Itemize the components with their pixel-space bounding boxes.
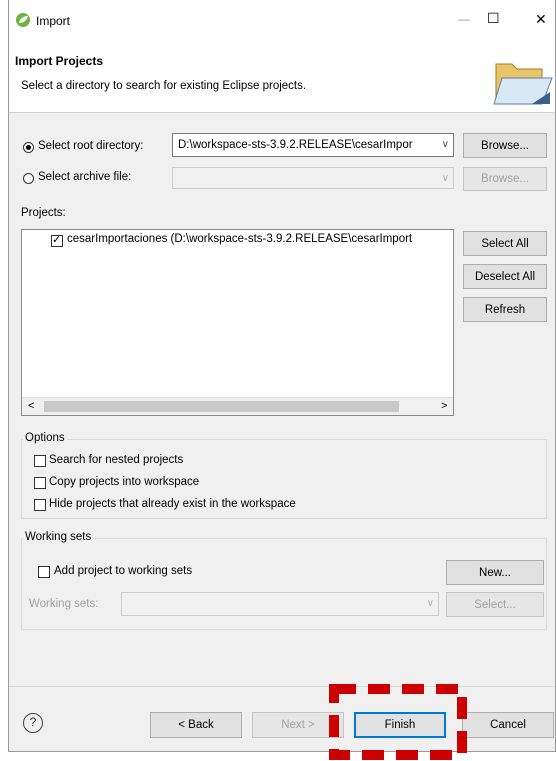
scroll-right-icon[interactable]: > <box>441 400 447 412</box>
checkmark-icon: ✓ <box>52 234 62 246</box>
browse-root-button[interactable]: Browse... <box>463 133 547 158</box>
chevron-down-icon: ∨ <box>441 173 449 184</box>
browse-archive-button[interactable]: Browse... <box>463 167 547 191</box>
archive-file-combo[interactable]: ∨ <box>172 167 454 189</box>
folder-icon <box>493 63 553 105</box>
archive-file-radio[interactable] <box>23 173 34 184</box>
cancel-button[interactable]: Cancel <box>462 712 554 738</box>
help-icon[interactable]: ? <box>23 713 43 733</box>
hide-existing-checkbox[interactable] <box>34 499 46 511</box>
copy-projects-checkbox[interactable] <box>34 477 46 489</box>
page-description: Select a directory to search for existin… <box>21 80 307 92</box>
list-item[interactable]: ✓ cesarImportaciones (D:\workspace-sts-3… <box>22 230 453 252</box>
options-legend: Options <box>23 432 67 444</box>
scroll-thumb[interactable] <box>44 401 399 412</box>
working-sets-legend: Working sets <box>23 531 94 543</box>
maximize-button[interactable]: ☐ <box>487 10 500 27</box>
nested-projects-label: Search for nested projects <box>49 454 184 466</box>
scroll-left-icon[interactable]: < <box>28 400 34 412</box>
new-working-set-button[interactable]: New... <box>446 560 544 585</box>
root-directory-value: D:\workspace-sts-3.9.2.RELEASE\cesarImpo… <box>178 139 413 151</box>
working-sets-label: Working sets: <box>29 598 99 610</box>
refresh-button[interactable]: Refresh <box>463 297 547 322</box>
deselect-all-button[interactable]: Deselect All <box>463 264 547 289</box>
root-directory-combo[interactable]: D:\workspace-sts-3.9.2.RELEASE\cesarImpo… <box>172 133 454 157</box>
project-label: cesarImportaciones (D:\workspace-sts-3.9… <box>67 233 413 245</box>
add-to-working-sets-label: Add project to working sets <box>54 565 193 577</box>
chevron-down-icon: ∨ <box>426 598 434 609</box>
add-to-working-sets-checkbox[interactable] <box>38 566 50 578</box>
wizard-banner: Import Projects Select a directory to se… <box>9 44 555 113</box>
finish-highlight-annotation <box>329 684 467 760</box>
hide-existing-label: Hide projects that already exist in the … <box>49 498 296 510</box>
title-bar: Import — ☐ ✕ <box>9 0 555 44</box>
footer-divider <box>9 686 555 687</box>
horizontal-scrollbar[interactable]: < > <box>22 397 453 415</box>
spring-leaf-icon <box>16 13 30 27</box>
back-button[interactable]: < Back <box>150 712 242 738</box>
copy-projects-label: Copy projects into workspace <box>49 476 200 488</box>
nested-projects-checkbox[interactable] <box>34 455 46 467</box>
projects-label: Projects: <box>21 207 66 219</box>
page-title: Import Projects <box>15 54 104 68</box>
import-dialog: Import — ☐ ✕ Import Projects Select a di… <box>8 0 556 752</box>
project-checkbox[interactable]: ✓ <box>51 234 63 247</box>
window-title: Import <box>36 14 71 28</box>
archive-file-label: Select archive file: <box>38 171 132 183</box>
close-button[interactable]: ✕ <box>535 11 547 28</box>
working-sets-combo[interactable]: ∨ <box>121 592 439 616</box>
minimize-button[interactable]: — <box>458 12 470 26</box>
root-directory-label: Select root directory: <box>38 140 144 152</box>
chevron-down-icon: ∨ <box>441 139 449 150</box>
projects-list[interactable]: ✓ cesarImportaciones (D:\workspace-sts-3… <box>21 229 454 416</box>
select-working-set-button[interactable]: Select... <box>446 592 544 617</box>
select-all-button[interactable]: Select All <box>463 231 547 256</box>
root-directory-radio[interactable] <box>23 142 34 153</box>
